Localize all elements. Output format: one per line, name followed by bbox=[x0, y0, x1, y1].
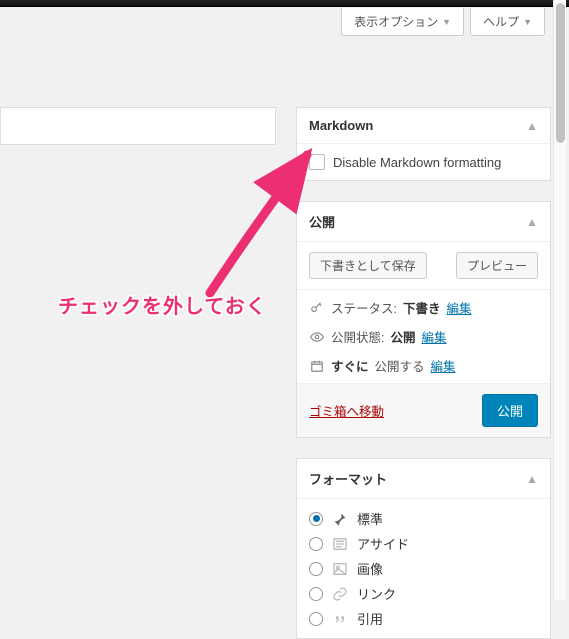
schedule-suffix: 公開する bbox=[375, 356, 425, 375]
schedule-value: すぐに bbox=[331, 356, 369, 375]
collapse-icon: ▲ bbox=[526, 119, 538, 133]
edit-status-link[interactable]: 編集 bbox=[447, 298, 472, 317]
annotation-text: チェックを外しておく bbox=[58, 290, 267, 319]
format-option-standard[interactable]: 標準 bbox=[309, 509, 538, 528]
format-panel: フォーマット ▲ 標準 アサイド bbox=[296, 458, 551, 639]
publish-status-list: ステータス: 下書き 編集 公開状態: 公開 編集 すぐに bbox=[297, 290, 550, 384]
publish-panel-title: 公開 bbox=[309, 212, 335, 231]
format-label: リンク bbox=[357, 584, 396, 603]
format-panel-header[interactable]: フォーマット ▲ bbox=[297, 459, 550, 499]
radio-standard[interactable] bbox=[309, 512, 323, 526]
sidebar-column: Markdown ▲ Disable Markdown formatting 公… bbox=[296, 107, 551, 607]
status-value: 下書き bbox=[403, 298, 441, 317]
publish-panel-header[interactable]: 公開 ▲ bbox=[297, 202, 550, 242]
collapse-icon: ▲ bbox=[526, 215, 538, 229]
disable-markdown-checkbox[interactable] bbox=[309, 154, 325, 170]
publish-panel: 公開 ▲ 下書きとして保存 プレビュー ステータス: 下書き 編集 bbox=[296, 201, 551, 438]
screen-options-tabs: 表示オプション ▼ ヘルプ ▼ bbox=[335, 8, 545, 36]
help-label: ヘルプ bbox=[483, 13, 519, 30]
disable-markdown-row[interactable]: Disable Markdown formatting bbox=[309, 154, 538, 170]
visibility-value: 公開 bbox=[390, 327, 415, 346]
collapse-icon: ▲ bbox=[526, 472, 538, 486]
help-tab[interactable]: ヘルプ ▼ bbox=[470, 8, 545, 36]
disable-markdown-label: Disable Markdown formatting bbox=[333, 155, 501, 170]
calendar-icon bbox=[309, 359, 325, 373]
post-title-input[interactable] bbox=[0, 107, 276, 145]
visibility-label: 公開状態: bbox=[331, 327, 384, 346]
format-option-image[interactable]: 画像 bbox=[309, 559, 538, 578]
markdown-panel: Markdown ▲ Disable Markdown formatting bbox=[296, 107, 551, 181]
scrollbar-thumb[interactable] bbox=[556, 3, 565, 143]
radio-link[interactable] bbox=[309, 587, 323, 601]
format-label: アサイド bbox=[357, 534, 409, 553]
aside-icon bbox=[331, 535, 349, 553]
editor-column bbox=[0, 107, 276, 607]
display-options-label: 表示オプション bbox=[354, 13, 438, 30]
format-option-quote[interactable]: 引用 bbox=[309, 609, 538, 628]
format-panel-title: フォーマット bbox=[309, 469, 387, 488]
status-row: ステータス: 下書き 編集 bbox=[309, 298, 538, 317]
schedule-row: すぐに 公開する 編集 bbox=[309, 356, 538, 375]
format-label: 標準 bbox=[357, 509, 383, 528]
format-option-link[interactable]: リンク bbox=[309, 584, 538, 603]
format-list: 標準 アサイド 画像 bbox=[297, 499, 550, 638]
status-label: ステータス: bbox=[331, 298, 397, 317]
radio-aside[interactable] bbox=[309, 537, 323, 551]
visibility-row: 公開状態: 公開 編集 bbox=[309, 327, 538, 346]
format-label: 画像 bbox=[357, 559, 383, 578]
save-draft-button[interactable]: 下書きとして保存 bbox=[309, 252, 427, 279]
chevron-down-icon: ▼ bbox=[442, 17, 451, 27]
eye-icon bbox=[309, 330, 325, 344]
markdown-panel-body: Disable Markdown formatting bbox=[297, 144, 550, 180]
move-to-trash-link[interactable]: ゴミ箱へ移動 bbox=[309, 401, 384, 420]
scrollbar[interactable] bbox=[553, 0, 566, 600]
edit-schedule-link[interactable]: 編集 bbox=[431, 356, 456, 375]
publish-bottom-actions: ゴミ箱へ移動 公開 bbox=[297, 384, 550, 437]
quote-icon bbox=[331, 610, 349, 628]
markdown-panel-title: Markdown bbox=[309, 118, 373, 133]
pushpin-icon bbox=[331, 510, 349, 528]
radio-image[interactable] bbox=[309, 562, 323, 576]
edit-visibility-link[interactable]: 編集 bbox=[422, 327, 447, 346]
format-label: 引用 bbox=[357, 609, 383, 628]
radio-quote[interactable] bbox=[309, 612, 323, 626]
publish-button[interactable]: 公開 bbox=[482, 394, 538, 427]
chevron-down-icon: ▼ bbox=[523, 17, 532, 27]
key-icon bbox=[309, 301, 325, 315]
preview-button[interactable]: プレビュー bbox=[456, 252, 538, 279]
image-icon bbox=[331, 560, 349, 578]
display-options-tab[interactable]: 表示オプション ▼ bbox=[341, 8, 464, 36]
format-option-aside[interactable]: アサイド bbox=[309, 534, 538, 553]
admin-topbar bbox=[0, 0, 569, 7]
publish-top-actions: 下書きとして保存 プレビュー bbox=[297, 242, 550, 290]
markdown-panel-header[interactable]: Markdown ▲ bbox=[297, 108, 550, 144]
